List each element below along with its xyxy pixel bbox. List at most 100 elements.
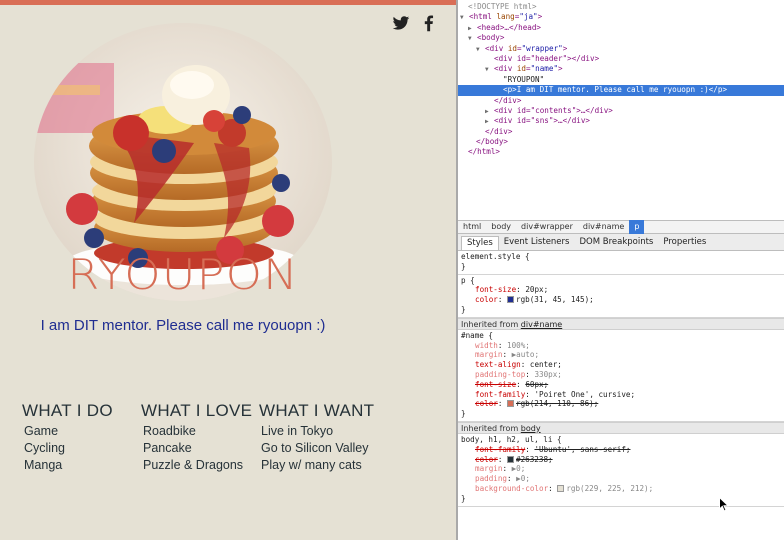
dom-node-p-selected[interactable]: <p>I am DIT mentor. Please call me ryouo… xyxy=(458,85,784,96)
dom-node-doctype[interactable]: <!DOCTYPE html> xyxy=(458,2,784,12)
style-property[interactable]: font-family: 'Poiret One', cursive; xyxy=(461,390,781,400)
rule-close: } xyxy=(461,261,466,271)
tab-styles[interactable]: Styles xyxy=(461,236,499,250)
rendered-page: RYOUPON I am DIT mentor. Please call me … xyxy=(0,0,456,540)
column-list: Roadbike Pancake Puzzle & Dragons xyxy=(141,423,252,474)
rule-selector: element.style { xyxy=(461,252,530,261)
list-item: Roadbike xyxy=(143,424,196,438)
dom-node-head[interactable]: ▶ <head>…</head> xyxy=(458,23,784,33)
column-heading: WHAT I WANT xyxy=(259,401,375,420)
style-property[interactable]: padding: ▶0; xyxy=(461,474,781,484)
color-swatch[interactable] xyxy=(507,455,515,463)
close-tag: </div> xyxy=(494,95,522,105)
expanded-triangle-icon[interactable]: ▼ xyxy=(476,45,485,55)
dom-tree: <!DOCTYPE html> ▼ <html lang="ja"> ▶ <head… xyxy=(458,0,784,220)
dom-node-close: </div> xyxy=(458,127,784,137)
property-value: rgb(31, 45, 145); xyxy=(516,295,594,305)
twitter-icon[interactable] xyxy=(392,14,410,32)
dom-node-close: </div> xyxy=(458,96,784,106)
style-property[interactable]: padding-top: 330px; xyxy=(461,370,781,380)
list-item: Cycling xyxy=(24,441,65,455)
breadcrumb-item[interactable]: div#wrapper xyxy=(516,220,578,234)
property-name: font-family xyxy=(475,389,526,399)
property-value: 60px; xyxy=(525,379,549,389)
property-name: text-align xyxy=(475,360,521,370)
breadcrumb-item-active[interactable]: p xyxy=(629,220,645,234)
inherited-link[interactable]: div#name xyxy=(521,320,562,329)
style-property-overridden[interactable]: color: #263238; xyxy=(461,455,781,465)
breadcrumb-item[interactable]: body xyxy=(486,220,516,234)
property-value: 100%; xyxy=(507,340,530,350)
property-value: center; xyxy=(529,360,562,370)
contents-tag: <div id="contents">…</div> xyxy=(494,105,613,115)
style-property[interactable]: margin: ▶auto; xyxy=(461,350,781,360)
property-name: width xyxy=(475,340,498,350)
tab-dom-breakpoints[interactable]: DOM Breakpoints xyxy=(574,236,658,250)
property-name: color xyxy=(475,399,498,409)
inherited-label: Inherited from xyxy=(461,423,521,433)
inherited-header: Inherited from body xyxy=(458,421,784,434)
top-accent-bar xyxy=(0,0,456,5)
devtools-panel: <!DOCTYPE html> ▼ <html lang="ja"> ▶ <head… xyxy=(458,0,784,540)
rule-p[interactable]: p { font-size: 20px; color: rgb(31, 45, … xyxy=(458,275,784,318)
rule-body[interactable]: body, h1, h2, ul, li { font-family: 'Ubu… xyxy=(458,434,784,507)
breadcrumb-item[interactable]: html xyxy=(458,220,486,234)
header-tag: <div id="header"></div> xyxy=(494,53,600,63)
list-item: Puzzle & Dragons xyxy=(143,458,244,472)
property-value: #263238; xyxy=(516,454,553,464)
rule-selector: p { xyxy=(461,275,475,285)
style-property-overridden[interactable]: color: rgb(214, 110, 86); xyxy=(461,399,781,409)
style-property[interactable]: background-color: rgb(229, 225, 212); xyxy=(461,484,781,494)
head-tag: <head>…</head> xyxy=(477,22,542,32)
dom-text-node[interactable]: "RYOUPON" xyxy=(458,75,784,85)
property-value: 'Poiret One', cursive; xyxy=(534,389,636,399)
color-swatch[interactable] xyxy=(507,400,515,408)
style-property[interactable]: color: rgb(31, 45, 145); xyxy=(461,295,781,305)
dom-node-html[interactable]: ▼ <html lang="ja"> xyxy=(458,12,784,22)
dom-node-body[interactable]: ▼ <body> xyxy=(458,33,784,43)
rule-name[interactable]: #name { width: 100%; margin: ▶auto; text… xyxy=(458,330,784,422)
dom-node-contents[interactable]: ▶ <div id="contents">…</div> xyxy=(458,106,784,116)
property-name: font-family xyxy=(475,444,526,454)
dom-node-name[interactable]: ▼ <div id="name"> xyxy=(458,64,784,74)
list-item: Manga xyxy=(24,458,63,472)
close-tag: </body> xyxy=(476,137,509,147)
style-property[interactable]: margin: ▶0; xyxy=(461,464,781,474)
expanded-triangle-icon[interactable]: ▼ xyxy=(485,65,494,75)
tab-properties[interactable]: Properties xyxy=(658,236,711,250)
property-name: padding-top xyxy=(475,369,526,379)
property-value: ▶0; xyxy=(511,464,526,474)
tab-event-listeners[interactable]: Event Listeners xyxy=(499,236,575,250)
dom-node-sns[interactable]: ▶ <div id="sns">…</div> xyxy=(458,116,784,126)
style-property[interactable]: width: 100%; xyxy=(461,341,781,351)
list-item: Go to Silicon Valley xyxy=(261,441,369,455)
facebook-icon[interactable] xyxy=(420,14,438,32)
dom-node-header[interactable]: <div id="header"></div> xyxy=(458,54,784,64)
property-value: ▶auto; xyxy=(511,350,540,360)
rule-element-style[interactable]: element.style { } xyxy=(458,251,784,275)
style-property[interactable]: font-size: 20px; xyxy=(461,285,781,295)
color-swatch[interactable] xyxy=(507,296,515,304)
property-value: 20px; xyxy=(525,285,549,295)
style-property-overridden[interactable]: font-size: 60px; xyxy=(461,380,781,390)
attr-value: "name" xyxy=(530,64,559,74)
style-property[interactable]: text-align: center; xyxy=(461,360,781,370)
doctype-text: <!DOCTYPE html> xyxy=(468,2,537,11)
close-tag: </html> xyxy=(468,147,501,157)
property-value: rgb(214, 110, 86); xyxy=(516,399,599,409)
dom-node-wrapper[interactable]: ▼ <div id="wrapper"> xyxy=(458,44,784,54)
dom-node-close: </body> xyxy=(458,137,784,147)
column-list: Game Cycling Manga xyxy=(22,423,113,474)
color-swatch[interactable] xyxy=(557,484,565,492)
breadcrumb-item[interactable]: div#name xyxy=(578,220,629,234)
inherited-link[interactable]: body xyxy=(521,424,541,433)
property-value: ▶0; xyxy=(516,474,530,484)
attr-name: id xyxy=(516,64,527,74)
property-name: font-size xyxy=(475,285,517,295)
rule-close: } xyxy=(461,304,466,314)
property-name: margin xyxy=(475,350,503,360)
rule-close: } xyxy=(461,493,466,503)
styles-pane: element.style { } p { font-size: 20px; c… xyxy=(458,251,784,540)
style-property-overridden[interactable]: font-family: 'Ubuntu', sans-serif; xyxy=(461,445,781,455)
column-heading: WHAT I LOVE xyxy=(141,401,253,420)
